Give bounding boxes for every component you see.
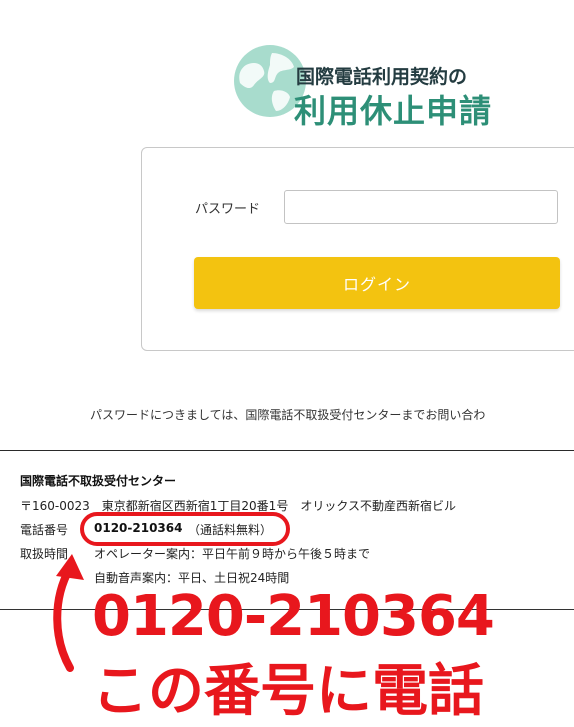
logo-title-line2: 利用休止申請 (294, 92, 493, 130)
password-notice: パスワードにつきましては、国際電話不取扱受付センターまでお問い合わ (90, 408, 486, 422)
password-input[interactable] (284, 190, 558, 224)
service-logo: 国際電話利用契約の 利用休止申請 (232, 40, 532, 130)
hours-operator: オペレーター案内：平日午前９時から午後５時まで (94, 547, 371, 561)
contact-center-name: 国際電話不取扱受付センター (20, 474, 177, 488)
logo-title-line1: 国際電話利用契約の (296, 66, 468, 88)
annotation-number: 0120-210364 (92, 584, 495, 649)
arrow-icon (53, 554, 84, 672)
section-divider (0, 450, 574, 451)
tel-label: 電話番号 (20, 523, 69, 537)
login-button[interactable]: ログイン (194, 257, 560, 309)
annotation-text: この番号に電話 (92, 659, 484, 724)
password-label: パスワード (195, 202, 261, 217)
highlight-circle (80, 512, 290, 546)
login-card: パスワード ログイン (141, 147, 574, 351)
